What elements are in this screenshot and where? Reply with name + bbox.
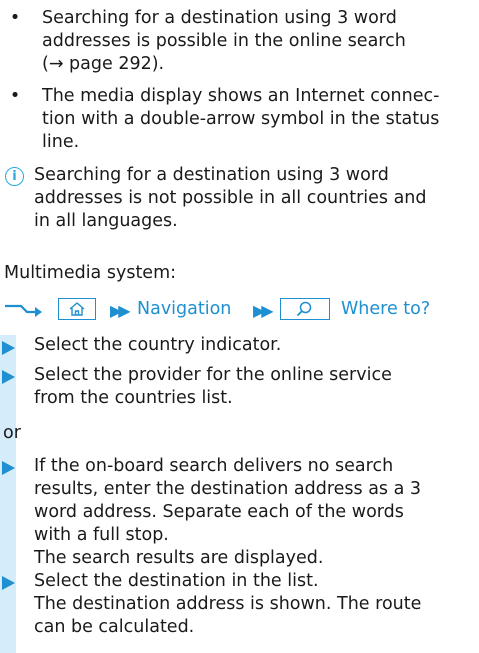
or-label: or	[3, 423, 21, 443]
system-label: Multimedia system:	[4, 263, 177, 283]
home-icon	[69, 302, 85, 316]
double-arrow-icon: ▶▶	[253, 301, 274, 320]
prerequisite-text: Searching for a destination using 3 word…	[42, 8, 406, 74]
path-start-arrow-icon	[5, 304, 42, 317]
step-item: If the on-board search delivers no searc…	[34, 456, 422, 568]
step-arrow-icon	[2, 341, 15, 355]
step-item: Select the destination in the list. The …	[34, 571, 422, 637]
step-bar	[0, 455, 16, 653]
double-arrow-icon: ▶▶	[110, 301, 131, 320]
step-item: Select the country indicator.	[34, 335, 282, 355]
step-arrow-icon	[2, 576, 15, 590]
info-icon: i	[5, 167, 24, 186]
path-item-navigation[interactable]: Navigation	[137, 298, 231, 321]
step-arrow-icon	[2, 461, 15, 475]
path-item-where-to[interactable]: Where to?	[341, 298, 430, 321]
search-key[interactable]	[280, 298, 330, 320]
bullet-icon: •	[9, 8, 21, 28]
navigation-path: ▶▶ Navigation ▶▶ Where to?	[0, 298, 479, 324]
search-icon	[296, 301, 312, 317]
prerequisite-text: The media display shows an Internet conn…	[42, 86, 440, 152]
home-key[interactable]	[58, 298, 96, 320]
step-arrow-icon	[2, 370, 15, 384]
bullet-icon: •	[9, 86, 21, 106]
step-item: Select the provider for the online servi…	[34, 365, 392, 408]
